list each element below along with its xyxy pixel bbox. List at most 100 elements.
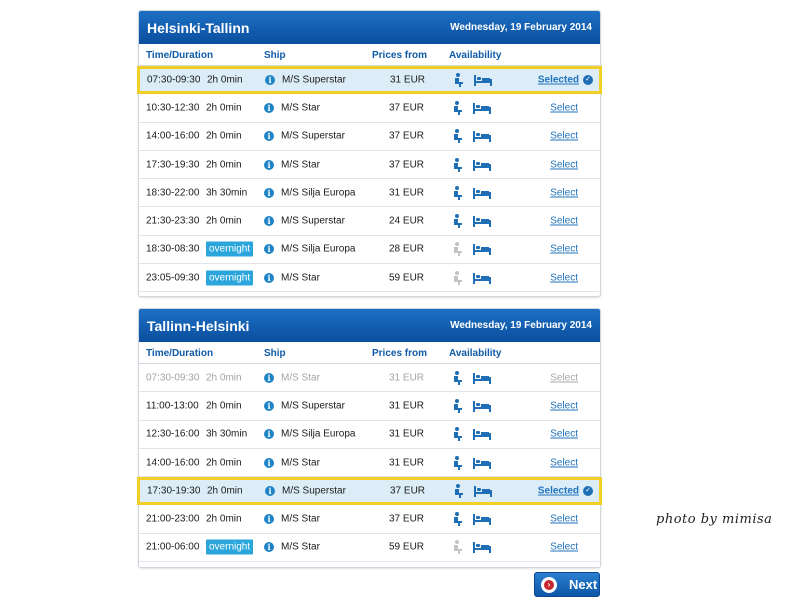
arrow-right-icon: › [541, 576, 557, 593]
outbound-column-headers: Time/Duration Ship Prices from Availabil… [139, 44, 600, 66]
row-duration: 2h 0min [206, 457, 242, 469]
info-icon[interactable]: i [264, 102, 274, 113]
row-ship: M/S Silja Europa [281, 187, 356, 199]
outbound-rows: 07:30-09:30 2h 0min i M/S Superstar 31 EUR Se… [137, 66, 602, 293]
select-link[interactable]: Select [550, 372, 578, 383]
row-duration: 2h 0min [206, 513, 242, 525]
seat-icon [452, 129, 464, 144]
col-ship: Ship [264, 348, 286, 359]
return-header: Tallinn-Helsinki Wednesday, 19 February … [139, 309, 600, 342]
table-row[interactable]: 17:30-19:30 2h 0min i M/S Superstar 37 EUR Se… [137, 477, 602, 506]
row-price: 31 EUR [389, 372, 425, 384]
seat-icon [452, 270, 464, 285]
table-row[interactable]: 07:30-09:30 2h 0min i M/S Superstar 31 EUR Se… [137, 66, 602, 95]
table-row[interactable]: 18:30-08:30 overnight i M/S Silja Europa 28 … [139, 236, 600, 265]
select-link[interactable]: Select [550, 514, 578, 525]
info-icon[interactable]: i [265, 486, 275, 497]
info-icon[interactable]: i [264, 514, 274, 525]
select-link[interactable]: Select [550, 400, 578, 411]
select-link[interactable]: Select [550, 244, 578, 255]
info-icon[interactable]: i [264, 159, 274, 170]
seat-icon [452, 512, 464, 527]
outbound-title: Helsinki-Tallinn [147, 19, 250, 36]
info-icon[interactable]: i [264, 216, 274, 227]
seat-icon [452, 540, 464, 555]
row-time: 10:30-12:30 [146, 102, 200, 114]
info-icon[interactable]: i [264, 542, 274, 553]
row-time: 12:30-16:00 [146, 428, 200, 440]
selected-link[interactable]: Selected [538, 486, 579, 497]
info-icon[interactable]: i [265, 75, 275, 86]
return-column-headers: Time/Duration Ship Prices from Availabil… [139, 342, 600, 364]
cabin-bed-icon [473, 428, 491, 441]
info-icon[interactable]: i [264, 372, 274, 383]
table-row[interactable]: 21:00-06:00 overnight i M/S Star 59 EUR Selec… [139, 534, 600, 563]
select-link[interactable]: Select [550, 131, 578, 142]
cabin-bed-icon [473, 272, 491, 284]
info-icon[interactable]: i [264, 244, 274, 255]
select-link[interactable]: Select [550, 102, 578, 113]
table-row[interactable]: 12:30-16:00 3h 30min i M/S Silja Europa 31 E… [139, 421, 600, 449]
info-icon[interactable]: i [264, 457, 274, 468]
table-row[interactable]: 07:30-09:30 2h 0min i M/S Star 31 EUR Select [139, 364, 600, 393]
row-duration: overnight [206, 241, 254, 257]
table-row[interactable]: 21:30-23:30 2h 0min i M/S Superstar 24 EUR Se… [139, 207, 600, 236]
row-duration: 2h 0min [206, 159, 242, 171]
select-link[interactable]: Select [550, 542, 578, 553]
row-time: 21:00-06:00 [146, 541, 200, 553]
row-ship: M/S Superstar [281, 215, 345, 227]
seat-icon [453, 73, 465, 88]
table-row[interactable]: 18:30-22:00 3h 30min i M/S Silja Europa 31 E… [139, 179, 600, 208]
row-price: 31 EUR [389, 428, 425, 440]
seat-icon [452, 100, 464, 115]
row-time: 07:30-09:30 [147, 74, 201, 86]
select-link[interactable]: Select [550, 187, 578, 198]
row-price: 31 EUR [390, 74, 426, 86]
outbound-header: Helsinki-Tallinn Wednesday, 19 February … [139, 11, 600, 44]
cabin-bed-icon [473, 215, 491, 228]
info-icon[interactable]: i [264, 131, 274, 142]
row-time: 07:30-09:30 [146, 372, 200, 384]
info-icon[interactable]: i [264, 429, 274, 440]
info-icon[interactable]: i [264, 272, 274, 283]
col-time-duration: Time/Duration [146, 50, 214, 61]
check-icon: ✓ [583, 486, 593, 497]
row-ship: M/S Silja Europa [281, 428, 356, 440]
row-ship: M/S Silja Europa [281, 243, 356, 255]
outbound-date: Wednesday, 19 February 2014 [450, 22, 592, 33]
cabin-bed-icon [474, 485, 492, 498]
outbound-panel: Helsinki-Tallinn Wednesday, 19 February … [137, 10, 602, 297]
table-row[interactable]: 23:05-09:30 overnight i M/S Star 59 EUR Selec… [139, 264, 600, 293]
col-ship: Ship [264, 50, 286, 61]
info-icon[interactable]: i [264, 187, 274, 198]
select-link[interactable]: Select [550, 159, 578, 170]
row-ship: M/S Star [281, 513, 320, 525]
selected-link[interactable]: Selected [538, 75, 579, 86]
return-panel: Tallinn-Helsinki Wednesday, 19 February … [137, 308, 602, 568]
row-price: 37 EUR [390, 485, 426, 497]
row-time: 21:30-23:30 [146, 215, 200, 227]
table-row[interactable]: 14:00-16:00 2h 0min i M/S Superstar 37 EUR Se… [139, 123, 600, 151]
table-row[interactable]: 21:00-23:00 2h 0min i M/S Star 37 EUR Select [139, 505, 600, 534]
next-button[interactable]: › Next [534, 572, 600, 597]
row-duration: 2h 0min [206, 215, 242, 227]
table-row[interactable]: 11:00-13:00 2h 0min i M/S Superstar 31 EUR Se… [139, 392, 600, 421]
row-duration: 3h 30min [206, 428, 248, 440]
row-ship: M/S Star [281, 159, 320, 171]
row-price: 28 EUR [389, 243, 425, 255]
select-link[interactable]: Select [550, 216, 578, 227]
select-link[interactable]: Select [550, 457, 578, 468]
select-link[interactable]: Select [550, 429, 578, 440]
table-row[interactable]: 14:00-16:00 2h 0min i M/S Star 31 EUR Select [139, 449, 600, 478]
cabin-bed-icon [473, 243, 491, 256]
select-link[interactable]: Select [550, 272, 578, 283]
row-price: 37 EUR [389, 513, 425, 525]
seat-icon [453, 484, 465, 499]
row-duration: 2h 0min [207, 485, 243, 497]
cabin-bed-icon [473, 102, 491, 114]
row-time: 23:05-09:30 [146, 272, 200, 284]
table-row[interactable]: 10:30-12:30 2h 0min i M/S Star 37 EUR Select [139, 94, 600, 123]
info-icon[interactable]: i [264, 400, 274, 411]
table-row[interactable]: 17:30-19:30 2h 0min i M/S Star 37 EUR Select [139, 151, 600, 180]
return-rows: 07:30-09:30 2h 0min i M/S Star 31 EUR Select 1… [137, 364, 602, 563]
